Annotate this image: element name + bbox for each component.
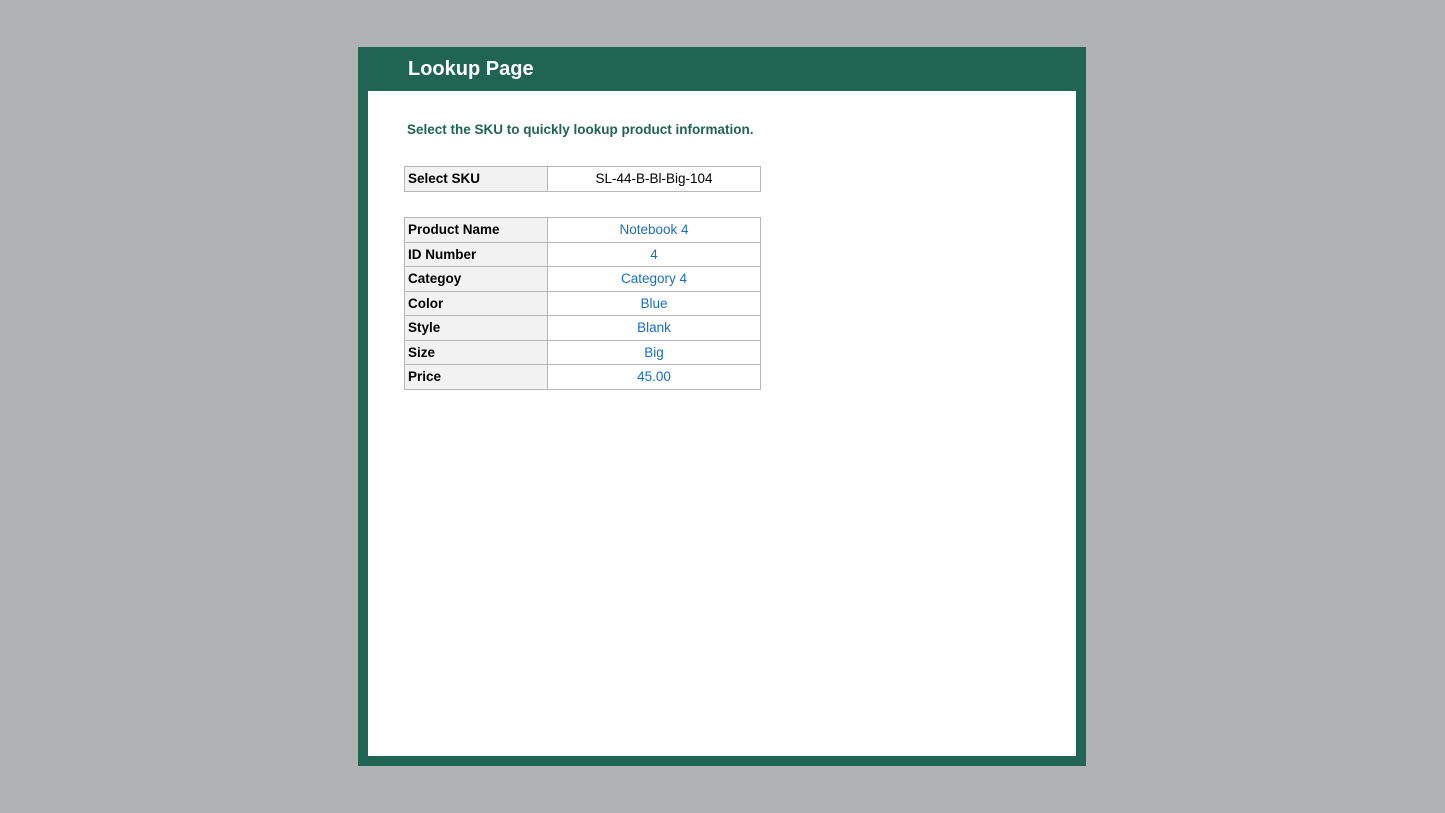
id-number-label: ID Number (404, 241, 548, 267)
page-title: Lookup Page (408, 58, 534, 80)
table-row: Size Big (404, 339, 761, 365)
category-label: Categoy (404, 266, 548, 292)
sku-dropdown-cell[interactable]: SL-44-B-Bl-Big-104 (547, 166, 761, 192)
sku-row: Select SKU SL-44-B-Bl-Big-104 (404, 166, 761, 192)
style-value[interactable]: Blank (547, 315, 761, 341)
table-row: Color Blue (404, 290, 761, 316)
table-row: Product Name Notebook 4 (404, 217, 761, 243)
size-label: Size (404, 339, 548, 365)
style-label: Style (404, 315, 548, 341)
product-name-label: Product Name (404, 217, 548, 243)
category-value[interactable]: Category 4 (547, 266, 761, 292)
id-number-value[interactable]: 4 (547, 241, 761, 267)
color-value[interactable]: Blue (547, 290, 761, 316)
instructions-text: Select the SKU to quickly lookup product… (407, 122, 754, 137)
table-row: Price 45.00 (404, 364, 761, 390)
table-row: Style Blank (404, 315, 761, 341)
color-label: Color (404, 290, 548, 316)
product-info-table: Product Name Notebook 4 ID Number 4 Cate… (404, 217, 761, 390)
price-value[interactable]: 45.00 (547, 364, 761, 390)
sku-selector-table: Select SKU SL-44-B-Bl-Big-104 (404, 166, 761, 192)
table-row: Categoy Category 4 (404, 266, 761, 292)
lookup-page-frame: Lookup Page Select the SKU to quickly lo… (358, 47, 1086, 766)
sheet-area: Select the SKU to quickly lookup product… (368, 91, 1076, 756)
size-value[interactable]: Big (547, 339, 761, 365)
table-row: ID Number 4 (404, 241, 761, 267)
select-sku-label: Select SKU (404, 166, 548, 192)
product-name-value[interactable]: Notebook 4 (547, 217, 761, 243)
price-label: Price (404, 364, 548, 390)
